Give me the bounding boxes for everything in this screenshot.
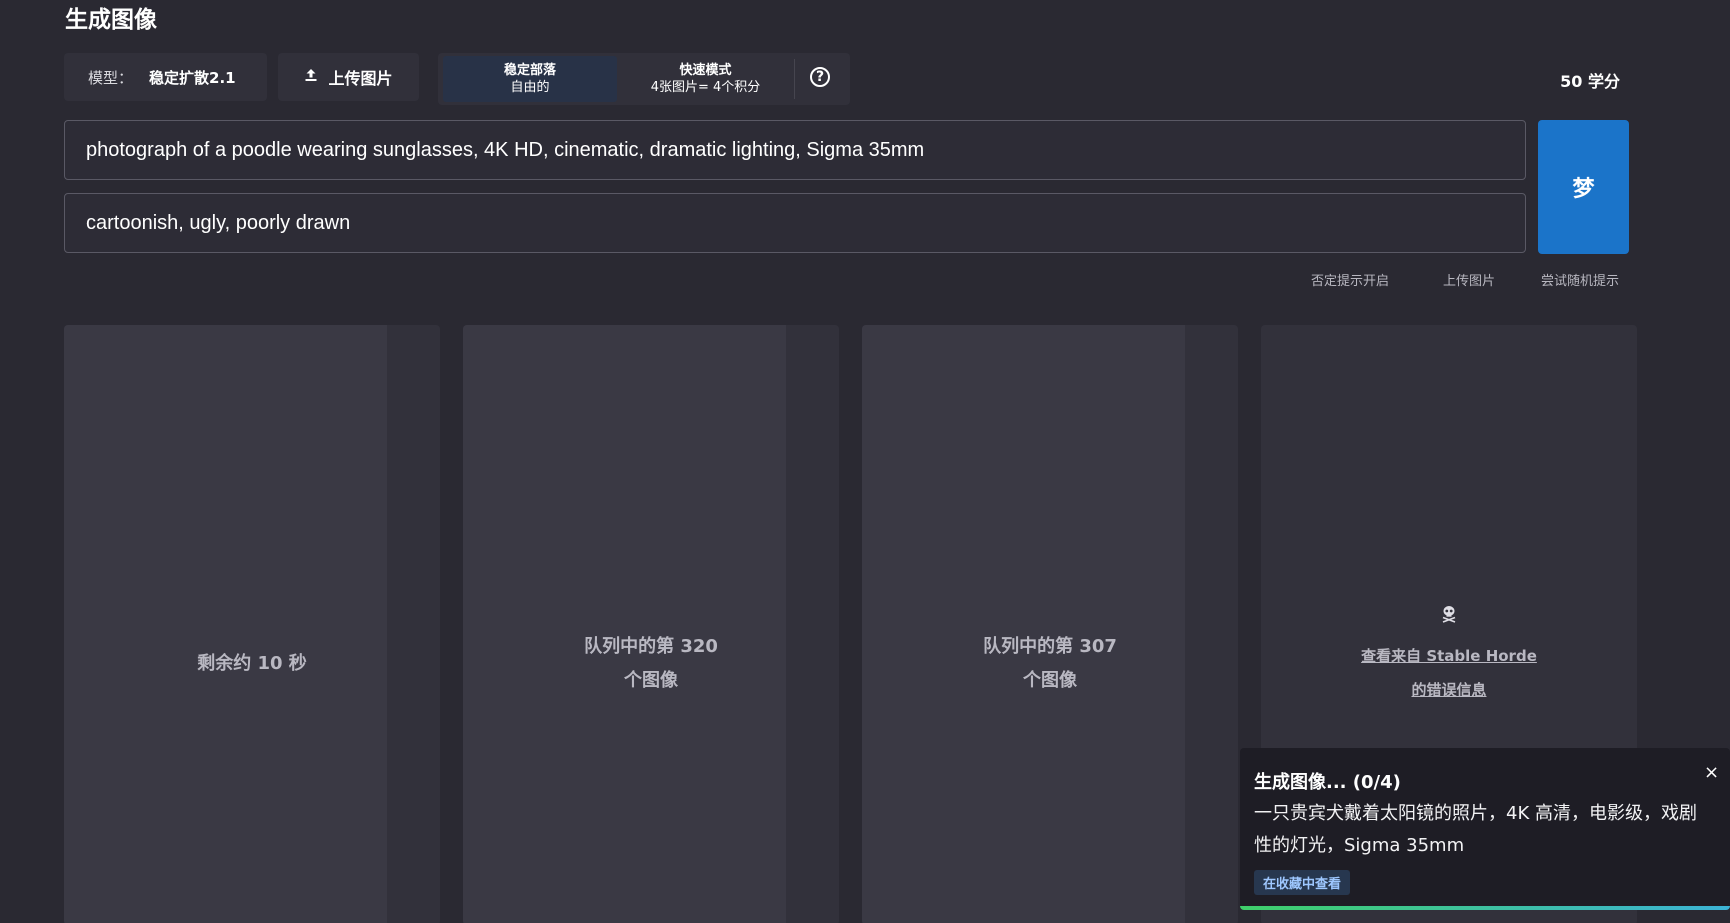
view-in-collection-button[interactable]: 在收藏中查看	[1254, 870, 1351, 895]
credits-count: 50 学分	[1560, 72, 1620, 91]
card-status-line: 队列中的第 307	[983, 636, 1117, 657]
page-title: 生成图像	[65, 7, 157, 33]
image-card: 剩余约 10 秒	[64, 325, 440, 923]
model-label: 模型：	[88, 68, 134, 87]
card-status-text: 队列中的第 307 个图像	[862, 630, 1238, 698]
upload-image-link[interactable]: 上传图片	[1443, 270, 1495, 289]
mode-title: 快速模式	[679, 63, 732, 78]
model-value: 稳定扩散2.1	[149, 68, 236, 87]
prompt-input[interactable]: photograph of a poodle wearing sunglasse…	[64, 120, 1526, 180]
card-progress-fill	[64, 325, 388, 923]
card-status-text: 队列中的第 320 个图像	[463, 630, 839, 698]
help-icon[interactable]: ?	[810, 67, 830, 87]
toast-progress-bar	[1240, 906, 1730, 910]
card-status-line: 剩余约 10 秒	[197, 653, 307, 674]
toast-body: 一只贵宾犬戴着太阳镜的照片，4K 高清，电影级，戏剧性的灯光，Sigma 35m…	[1254, 803, 1697, 856]
mode-switcher: 稳定部落 自由的 快速模式 4张图片= 4个积分 ?	[438, 53, 850, 105]
card-status-line: 个图像	[1023, 670, 1077, 691]
dream-button[interactable]: 梦	[1538, 120, 1629, 254]
card-progress-fill	[463, 325, 787, 923]
card-status-line: 个图像	[624, 670, 678, 691]
mode-stable-horde[interactable]: 稳定部落 自由的	[443, 56, 617, 102]
generate-page: 生成图像 模型： 稳定扩散2.1 上传图片 稳定部落 自由的 快速模式 4张图片…	[0, 0, 1730, 923]
model-selector[interactable]: 模型： 稳定扩散2.1	[64, 53, 267, 101]
card-progress-fill	[862, 325, 1186, 923]
image-card: 队列中的第 320 个图像	[463, 325, 839, 923]
upload-image-label: 上传图片	[328, 69, 393, 88]
negative-prompt-toggle-link[interactable]: 否定提示开启	[1311, 270, 1389, 289]
upload-icon	[304, 68, 318, 86]
mode-subtitle: 4张图片= 4个积分	[650, 80, 761, 95]
random-prompt-link[interactable]: 尝试随机提示	[1541, 270, 1619, 289]
mode-divider	[794, 59, 795, 99]
generation-toast: 生成图像... (0/4) × 一只贵宾犬戴着太阳镜的照片，4K 高清，电影级，…	[1240, 748, 1730, 910]
error-details-link[interactable]: 的错误信息	[1261, 679, 1637, 700]
error-details-link[interactable]: 查看来自 Stable Horde	[1261, 645, 1637, 666]
mode-title: 稳定部落	[503, 63, 556, 78]
upload-image-button[interactable]: 上传图片	[278, 53, 419, 101]
mode-fast[interactable]: 快速模式 4张图片= 4个积分	[619, 56, 792, 102]
close-icon[interactable]: ×	[1704, 762, 1719, 783]
card-status-line: 队列中的第 320	[584, 636, 718, 657]
toast-title: 生成图像... (0/4)	[1254, 772, 1401, 793]
skull-icon	[1261, 605, 1637, 627]
mode-subtitle: 自由的	[510, 80, 550, 95]
toast-progress-track	[1240, 906, 1730, 910]
card-status-text: 剩余约 10 秒	[64, 647, 440, 681]
image-card: 队列中的第 307 个图像	[862, 325, 1238, 923]
negative-prompt-input[interactable]: cartoonish, ugly, poorly drawn	[64, 193, 1526, 253]
